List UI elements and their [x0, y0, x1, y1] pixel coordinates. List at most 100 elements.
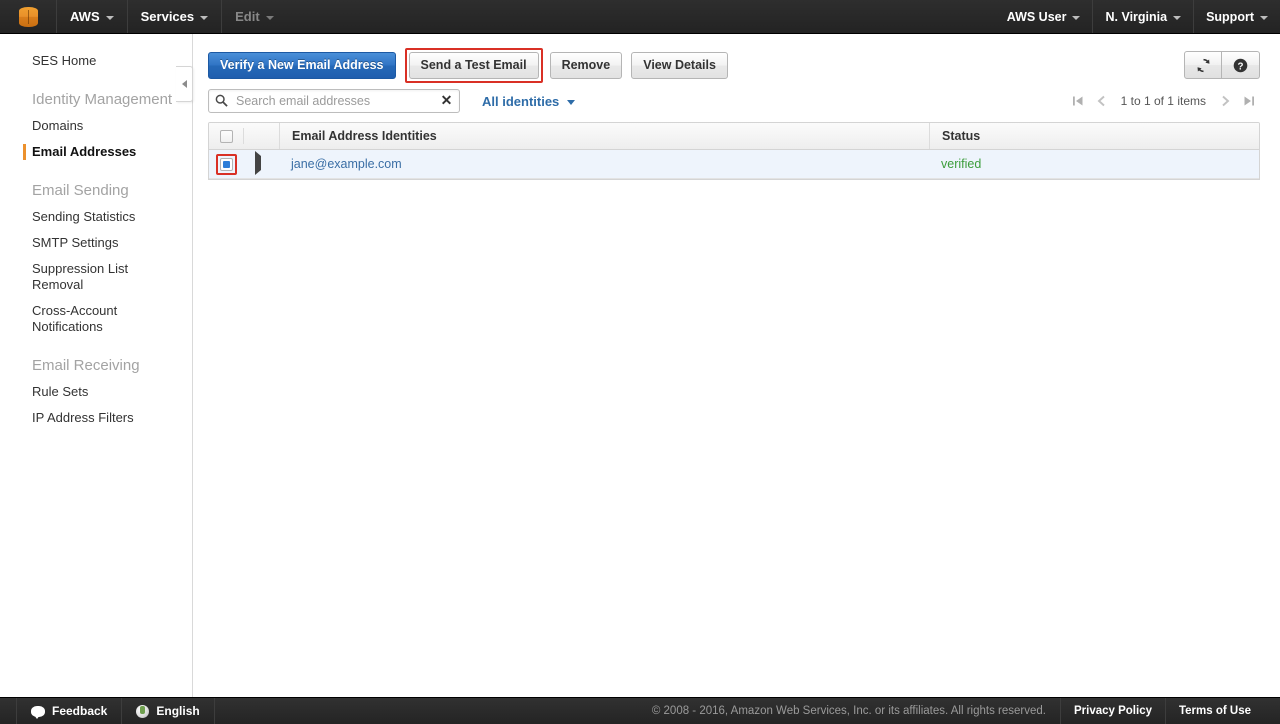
pagination-range-label: 1 to 1 of 1 items	[1120, 94, 1206, 108]
sidebar-item-label: Rule Sets	[32, 384, 89, 399]
chevron-down-icon	[200, 15, 209, 20]
column-header-email-address-identities[interactable]: Email Address Identities	[279, 123, 929, 149]
language-label: English	[156, 704, 200, 718]
top-navigation-bar: AWS Services Edit AWS User N. Virginia S…	[0, 0, 1280, 34]
row-select-cell	[209, 153, 243, 175]
expand-row-icon[interactable]	[255, 151, 261, 175]
nav-item-support[interactable]: Support	[1193, 0, 1280, 33]
sidebar-item-ses-home[interactable]: SES Home	[0, 48, 192, 74]
nav-item-aws[interactable]: AWS	[56, 0, 127, 33]
first-page-icon	[1072, 96, 1083, 106]
nav-item-account-label: AWS User	[1006, 9, 1067, 24]
chevron-down-icon	[1260, 15, 1268, 20]
feedback-label: Feedback	[52, 704, 108, 718]
sidebar-item-email-addresses[interactable]: Email Addresses	[0, 139, 192, 165]
sidebar-item-label: Cross-Account Notifications	[32, 303, 118, 334]
identities-filter-label: All identities	[482, 93, 560, 109]
previous-page-button[interactable]	[1091, 90, 1113, 112]
row-checkbox-highlight	[215, 153, 237, 175]
help-icon: ?	[1233, 58, 1248, 72]
view-details-button[interactable]: View Details	[631, 51, 728, 79]
clear-search-icon[interactable]: ✕	[440, 93, 453, 108]
status-badge: verified	[941, 157, 982, 171]
nav-item-services[interactable]: Services	[126, 0, 222, 33]
next-page-button[interactable]	[1214, 90, 1236, 112]
sidebar-collapse-toggle[interactable]	[176, 66, 193, 102]
row-status-cell: verified	[929, 157, 1259, 171]
nav-item-edit-label: Edit	[235, 9, 260, 24]
sidebar-group-email-sending: Email Sending	[32, 182, 129, 199]
footer-right: © 2008 - 2016, Amazon Web Services, Inc.…	[638, 698, 1280, 724]
refresh-icon	[1197, 58, 1209, 72]
column-header-status[interactable]: Status	[929, 123, 1259, 149]
identities-filter-dropdown[interactable]: All identities	[482, 93, 576, 109]
sidebar-item-domains[interactable]: Domains	[0, 113, 192, 139]
send-test-email-button[interactable]: Send a Test Email	[408, 51, 539, 79]
sidebar-item-label: Domains	[32, 118, 84, 133]
remove-button[interactable]: Remove	[549, 51, 623, 79]
send-test-email-highlight: Send a Test Email	[404, 47, 543, 83]
email-address-link[interactable]: jane@example.com	[291, 157, 402, 171]
top-nav-left: AWS Services Edit	[0, 0, 287, 33]
sidebar-item-label: SES Home	[32, 53, 97, 68]
nav-item-region-label: N. Virginia	[1105, 9, 1168, 24]
aws-logo[interactable]	[0, 0, 56, 33]
select-all-cell	[209, 129, 243, 143]
search-input[interactable]	[208, 89, 460, 113]
nav-item-account[interactable]: AWS User	[995, 0, 1093, 33]
terms-of-use-link[interactable]: Terms of Use	[1166, 698, 1264, 724]
privacy-policy-link[interactable]: Privacy Policy	[1061, 698, 1166, 724]
chevron-down-icon	[1173, 15, 1182, 20]
speech-bubble-icon	[31, 705, 45, 719]
toolbar-icon-group: ?	[1184, 51, 1260, 79]
sidebar-item-sending-statistics[interactable]: Sending Statistics	[0, 204, 192, 230]
table-header-row: Email Address Identities Status	[209, 123, 1259, 150]
row-email-cell: jane@example.com	[279, 157, 929, 171]
row-checkbox[interactable]	[219, 157, 233, 171]
next-page-icon	[1222, 95, 1230, 107]
top-nav-right: AWS User N. Virginia Support	[995, 0, 1280, 33]
action-toolbar: Verify a New Email Address Send a Test E…	[194, 34, 1280, 83]
chevron-down-icon	[105, 15, 114, 20]
first-page-button[interactable]	[1067, 90, 1089, 112]
sidebar-group-identity-management: Identity Management	[32, 91, 173, 108]
refresh-button[interactable]	[1184, 51, 1222, 79]
chevron-left-icon	[181, 80, 187, 88]
sidebar: SES Home Identity Management Domains Ema…	[0, 34, 193, 697]
sidebar-item-ip-address-filters[interactable]: IP Address Filters	[0, 405, 192, 431]
previous-page-icon	[1097, 95, 1105, 107]
aws-cube-icon	[18, 6, 38, 27]
nav-item-support-label: Support	[1206, 9, 1254, 24]
help-button[interactable]: ?	[1222, 51, 1260, 79]
chevron-down-icon	[567, 99, 576, 105]
language-button[interactable]: English	[122, 698, 215, 724]
nav-item-region[interactable]: N. Virginia	[1092, 0, 1193, 33]
feedback-button[interactable]: Feedback	[16, 698, 123, 724]
email-identities-table: Email Address Identities Status jane@exa…	[208, 122, 1260, 180]
table-row[interactable]: jane@example.com verified	[209, 150, 1259, 179]
sidebar-item-cross-account-notifications[interactable]: Cross-Account Notifications	[0, 298, 192, 340]
main-content: Verify a New Email Address Send a Test E…	[194, 34, 1280, 697]
svg-text:?: ?	[1238, 61, 1244, 72]
nav-item-edit[interactable]: Edit	[221, 0, 287, 33]
nav-item-services-label: Services	[140, 9, 195, 24]
footer-bar: Feedback English © 2008 - 2016, Amazon W…	[0, 697, 1280, 724]
last-page-button[interactable]	[1238, 90, 1260, 112]
nav-item-aws-label: AWS	[70, 9, 100, 24]
sidebar-group-email-receiving: Email Receiving	[32, 357, 140, 374]
sidebar-item-smtp-settings[interactable]: SMTP Settings	[0, 230, 192, 256]
search-container: ✕	[208, 89, 460, 113]
last-page-icon	[1244, 96, 1254, 106]
row-expander-cell	[243, 151, 279, 175]
chevron-down-icon	[265, 15, 274, 20]
globe-icon	[136, 704, 150, 718]
sidebar-item-rule-sets[interactable]: Rule Sets	[0, 379, 192, 405]
chevron-down-icon	[1072, 15, 1081, 20]
sidebar-item-label: SMTP Settings	[32, 235, 119, 250]
filter-toolbar: ✕ All identities 1 to 1 of 1 items	[194, 82, 1280, 116]
verify-new-email-address-button[interactable]: Verify a New Email Address	[208, 51, 396, 79]
copyright-text: © 2008 - 2016, Amazon Web Services, Inc.…	[638, 698, 1061, 724]
select-all-checkbox[interactable]	[219, 129, 233, 143]
sidebar-item-suppression-list-removal[interactable]: Suppression List Removal	[0, 256, 192, 298]
expander-header-cell	[243, 128, 279, 144]
